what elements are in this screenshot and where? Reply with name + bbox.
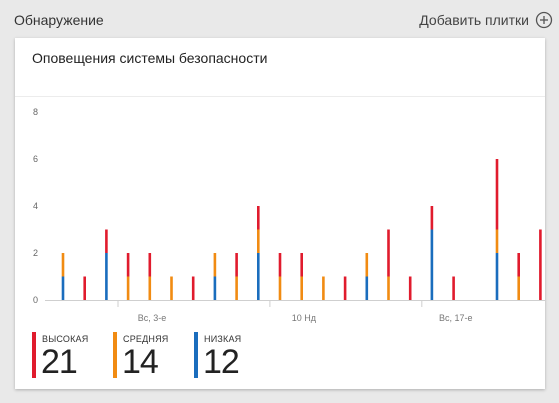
bar-segment-high <box>191 276 195 300</box>
security-alerts-tile[interactable]: Оповещения системы безопасности 0 2 4 6 8 Вс,… <box>15 38 545 389</box>
bar-segment-low <box>213 276 217 300</box>
bar-segment-high <box>235 253 238 277</box>
y-tick-label: 8 <box>33 107 38 117</box>
bar-segment-high <box>408 276 412 300</box>
bar-segment-high <box>430 206 434 230</box>
legend-swatch-medium <box>113 332 117 378</box>
bar-segment-low <box>430 229 434 300</box>
bar-segment-high <box>126 253 130 277</box>
y-tick-label: 0 <box>33 295 38 305</box>
legend-count-high: 21 <box>41 343 78 381</box>
bar-segment-high <box>105 229 108 253</box>
bar-segment-medium <box>495 229 499 253</box>
bar-segment-low <box>105 253 108 300</box>
bar-segment-low <box>61 276 65 300</box>
alerts-chart-svg: 0 2 4 6 8 Вс, 3-е 10 Нд Вс, 17-е <box>33 107 545 323</box>
bar-segment-medium <box>300 276 303 300</box>
bar-segment-medium <box>278 276 282 300</box>
y-tick-label: 6 <box>33 154 38 164</box>
bar-segment-high <box>343 276 347 300</box>
bar-segment-low <box>365 276 369 300</box>
bar-segment-medium <box>322 276 325 300</box>
add-tiles-label: Добавить плитки <box>419 12 529 28</box>
bar-segment-low <box>257 253 260 300</box>
bar-segment-high <box>517 253 520 277</box>
legend-count-medium: 14 <box>122 343 159 381</box>
alerts-chart: 0 2 4 6 8 Вс, 3-е 10 Нд Вс, 17-е <box>15 96 545 328</box>
bar-segment-high <box>539 229 542 300</box>
add-tiles-button[interactable]: Добавить плитки <box>419 11 553 29</box>
bar-segment-medium <box>517 276 520 300</box>
bar-segment-medium <box>235 276 238 300</box>
bar-segment-medium <box>387 276 390 300</box>
bar-segment-low <box>495 253 499 300</box>
bar-segment-high <box>257 206 260 230</box>
bar-segment-high <box>495 159 499 230</box>
bar-segment-high <box>148 253 152 277</box>
bar-segment-medium <box>170 276 173 300</box>
y-tick-label: 2 <box>33 248 38 258</box>
bar-segment-high <box>300 253 303 277</box>
legend-swatch-low <box>194 332 198 378</box>
bar-segment-high <box>278 253 282 277</box>
severity-legend: ВЫСОКАЯ 21 СРЕДНЯЯ 14 НИЗКАЯ 12 <box>15 328 545 389</box>
bar-segment-medium <box>148 276 152 300</box>
plus-circle-icon <box>535 11 553 29</box>
bar-segment-high <box>83 276 86 300</box>
bar-segment-high <box>387 229 390 277</box>
x-tick-label: Вс, 17-е <box>439 313 473 323</box>
section-title: Обнаружение <box>14 12 104 28</box>
tile-title: Оповещения системы безопасности <box>32 50 268 66</box>
legend-swatch-high <box>32 332 36 378</box>
legend-count-low: 12 <box>203 343 240 381</box>
bar-segment-medium <box>213 253 217 277</box>
section-header: Обнаружение Добавить плитки <box>0 0 559 38</box>
bar-segment-medium <box>257 229 260 253</box>
y-tick-label: 4 <box>33 201 38 211</box>
bar-segment-medium <box>126 276 130 300</box>
bar-segment-medium <box>61 253 65 277</box>
bar-segment-high <box>452 276 455 300</box>
x-tick-label: 10 Нд <box>292 313 317 323</box>
x-tick-label: Вс, 3-е <box>138 313 167 323</box>
bar-segment-medium <box>365 253 369 277</box>
